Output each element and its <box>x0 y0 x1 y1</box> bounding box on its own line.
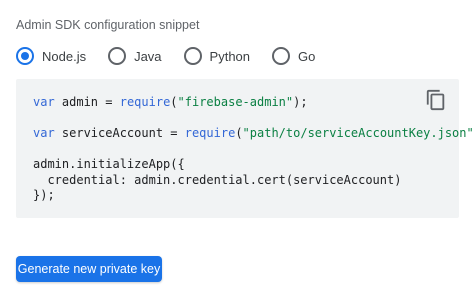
copy-button[interactable] <box>425 89 447 111</box>
content-copy-icon[interactable] <box>425 89 447 111</box>
code-string: "path/to/serviceAccountKey.json" <box>242 126 474 140</box>
code-line-5: admin.initializeApp({ <box>33 157 185 171</box>
radio-java[interactable]: Java <box>108 47 162 65</box>
language-radio-group: Node.js Java Python Go <box>16 47 337 65</box>
code-text: admin = <box>54 95 120 109</box>
code-line-3: var serviceAccount = require("path/to/se… <box>33 126 474 140</box>
code-keyword: require <box>119 95 171 109</box>
admin-sdk-panel: Admin SDK configuration snippet Node.js … <box>0 0 474 299</box>
radio-unselected-icon[interactable] <box>272 47 291 65</box>
radio-unselected-icon[interactable] <box>108 47 127 65</box>
section-title: Admin SDK configuration snippet <box>16 18 200 32</box>
code-text: ( <box>235 126 243 140</box>
code-snippet-block: var admin = require("firebase-admin"); v… <box>16 79 474 218</box>
radio-nodejs[interactable]: Node.js <box>16 47 86 65</box>
radio-selected-icon[interactable] <box>16 47 34 65</box>
code-line-1: var admin = require("firebase-admin"); <box>33 95 308 109</box>
code-text: serviceAccount = <box>54 126 185 140</box>
radio-python[interactable]: Python <box>183 47 251 65</box>
radio-label-nodejs: Node.js <box>42 48 87 64</box>
code-text: ( <box>170 95 178 109</box>
code-text: ); <box>293 95 308 109</box>
generate-private-key-button[interactable]: Generate new private key <box>16 256 162 282</box>
code-snippet: var admin = require("firebase-admin"); v… <box>33 95 474 204</box>
radio-label-java: Java <box>134 48 162 64</box>
radio-label-python: Python <box>209 48 251 64</box>
code-line-7: }); <box>33 188 55 202</box>
code-keyword: var <box>33 95 55 109</box>
code-keyword: require <box>184 126 236 140</box>
code-keyword: var <box>33 126 55 140</box>
radio-go[interactable]: Go <box>272 47 315 65</box>
radio-label-go: Go <box>298 48 316 64</box>
radio-unselected-icon[interactable] <box>183 47 202 65</box>
code-string: "firebase-admin" <box>177 95 294 109</box>
code-line-6: credential: admin.credential.cert(servic… <box>33 172 402 187</box>
